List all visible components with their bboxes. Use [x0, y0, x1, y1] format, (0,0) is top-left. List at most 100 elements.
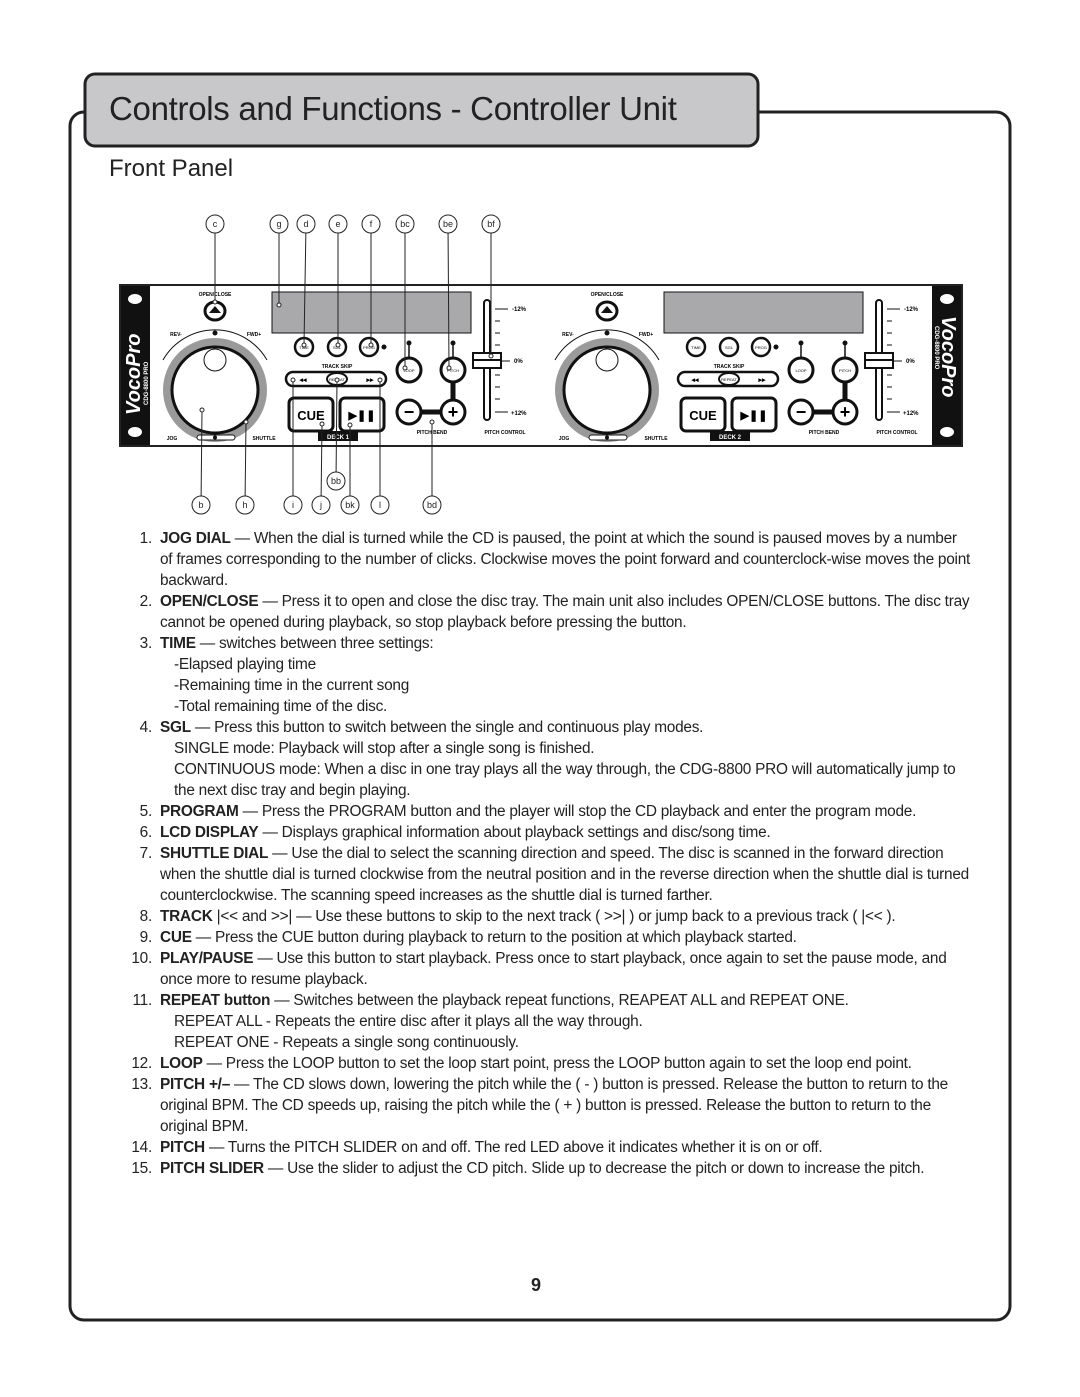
list-item: 13. PITCH +/– — The CD slows down, loweri… [118, 1074, 973, 1137]
svg-text:+: + [448, 402, 459, 422]
svg-text:JOG: JOG [167, 436, 178, 442]
svg-text:−: − [404, 402, 415, 422]
svg-text:TRACK SKIP: TRACK SKIP [714, 364, 745, 370]
item-number: 3. [139, 635, 153, 652]
item-term: PLAY/PAUSE [160, 950, 254, 967]
item-number: 12. [131, 1055, 152, 1072]
item-number: 7. [139, 845, 153, 862]
callout-label: bc [400, 219, 410, 229]
item-number: 15. [131, 1160, 152, 1177]
callout-label: e [335, 219, 340, 229]
item-subline: REPEAT ONE - Repeats a single song conti… [174, 1034, 519, 1051]
callout-label: i [292, 500, 294, 510]
item-text: — switches between three settings: [195, 635, 434, 652]
svg-text:PITCH CONTROL: PITCH CONTROL [876, 430, 917, 436]
list-item: 4. SGL — Press this button to switch betw… [118, 717, 973, 801]
item-text: — Use the slider to adjust the CD pitch.… [263, 1160, 925, 1177]
item-term: TRACK [160, 908, 213, 925]
item-number: 5. [139, 803, 153, 820]
play-pause-icon: ▶❚❚ [740, 410, 768, 422]
item-subline: -Remaining time in the current song [174, 677, 410, 694]
svg-text:+12%: +12% [903, 411, 919, 417]
svg-text:REV-: REV- [562, 332, 574, 338]
callout-label: d [303, 219, 308, 229]
svg-text:PITCH CONTROL: PITCH CONTROL [484, 430, 525, 436]
list-item: 9. CUE — Press the CUE button during play… [118, 927, 973, 948]
svg-text:TIME: TIME [691, 345, 701, 350]
svg-text:CDG-8800 PRO: CDG-8800 PRO [144, 361, 150, 405]
item-text: — Press the LOOP button to set the loop … [202, 1055, 912, 1072]
list-item: 7. SHUTTLE DIAL — Use the dial to select … [118, 843, 973, 906]
item-term: JOG DIAL [160, 530, 231, 547]
svg-text:FWD+: FWD+ [639, 332, 653, 338]
item-text: — Switches between the playback repeat f… [270, 992, 849, 1009]
next-track-button[interactable]: ▸▸ [365, 377, 374, 384]
svg-text:PITCH BEND: PITCH BEND [809, 430, 840, 436]
item-number: 1. [139, 530, 153, 547]
item-text: — When the dial is turned while the CD i… [160, 530, 971, 589]
item-number: 2. [139, 593, 153, 610]
item-term: SGL [160, 719, 191, 736]
svg-text:+: + [840, 402, 851, 422]
list-item: 15. PITCH SLIDER — Use the slider to adju… [118, 1158, 973, 1179]
item-number: 13. [131, 1076, 152, 1093]
next-track-button[interactable]: ▸▸ [757, 377, 766, 384]
item-term: TIME [160, 635, 196, 652]
svg-text:CUE: CUE [689, 408, 717, 423]
svg-text:REV-: REV- [170, 332, 182, 338]
item-text: — The CD slows down, lowering the pitch … [160, 1076, 948, 1135]
list-item: 1. JOG DIAL — When the dial is turned whi… [118, 528, 973, 591]
item-text: — Displays graphical information about p… [258, 824, 771, 841]
brand-strip-left: VocoPro CDG-8800 PRO [121, 286, 150, 445]
svg-text:−: − [796, 402, 807, 422]
callout-label: g [276, 219, 281, 229]
item-number: 9. [139, 929, 153, 946]
callout-label: bf [487, 219, 495, 229]
list-item: 3. TIME — switches between three settings… [118, 633, 973, 717]
front-panel-diagram: VocoPro CDG-8800 PRO VocoPro CDG-8800 PR… [119, 214, 963, 515]
prev-track-button[interactable]: ◂◂ [690, 377, 699, 384]
page-number: 9 [531, 1275, 542, 1295]
list-item: 8. TRACK |<< and >>| — Use these buttons … [118, 906, 973, 927]
svg-text:DECK 1: DECK 1 [327, 435, 350, 441]
item-subline: SINGLE mode: Playback will stop after a … [174, 740, 595, 757]
callout-label: b [198, 500, 203, 510]
lcd-display [663, 291, 864, 334]
svg-text:DECK 2: DECK 2 [719, 435, 742, 441]
item-term: PITCH [160, 1139, 205, 1156]
svg-text:CUE: CUE [297, 408, 325, 423]
item-subline: REPEAT ALL - Repeats the entire disc aft… [174, 1013, 643, 1030]
item-subline: CONTINUOUS mode: When a disc in one tray… [174, 761, 956, 799]
item-text: — Press the CUE button during playback t… [191, 929, 797, 946]
list-item: 5. PROGRAM — Press the PROGRAM button and… [118, 801, 973, 822]
list-item: 11. REPEAT button — Switches between the … [118, 990, 973, 1053]
item-term: CUE [160, 929, 192, 946]
item-text: — Use this button to start playback. Pre… [160, 950, 947, 988]
callout-label: be [443, 219, 453, 229]
item-number: 11. [132, 992, 152, 1009]
svg-text:PITCH: PITCH [839, 368, 851, 373]
svg-text:CDG-8800 PRO: CDG-8800 PRO [933, 326, 939, 370]
svg-text:TRACK SKIP: TRACK SKIP [322, 364, 353, 370]
item-subline: -Total remaining time of the disc. [174, 698, 388, 715]
list-item: 10. PLAY/PAUSE — Use this button to start… [118, 948, 973, 990]
item-number: 8. [139, 908, 153, 925]
item-number: 14. [131, 1139, 152, 1156]
svg-text:SHUTTLE: SHUTTLE [644, 436, 668, 442]
item-term: OPEN/CLOSE [160, 593, 259, 610]
svg-text:0%: 0% [514, 359, 523, 365]
item-term: REPEAT button [160, 992, 271, 1009]
svg-text:SGL: SGL [725, 345, 734, 350]
svg-text:-12%: -12% [512, 307, 527, 313]
callout-label: bb [331, 476, 341, 486]
svg-text:LOOP: LOOP [795, 368, 806, 373]
list-item: 6. LCD DISPLAY — Displays graphical infor… [118, 822, 973, 843]
item-number: 6. [139, 824, 153, 841]
item-term: PITCH SLIDER [160, 1160, 264, 1177]
svg-text:JOG: JOG [559, 436, 570, 442]
prev-track-button[interactable]: ◂◂ [298, 377, 307, 384]
list-item: 12. LOOP — Press the LOOP button to set t… [118, 1053, 973, 1074]
item-term: PITCH +/– [160, 1076, 231, 1093]
item-text: — Press this button to switch between th… [190, 719, 704, 736]
list-item: 14. PITCH — Turns the PITCH SLIDER on and… [118, 1137, 973, 1158]
